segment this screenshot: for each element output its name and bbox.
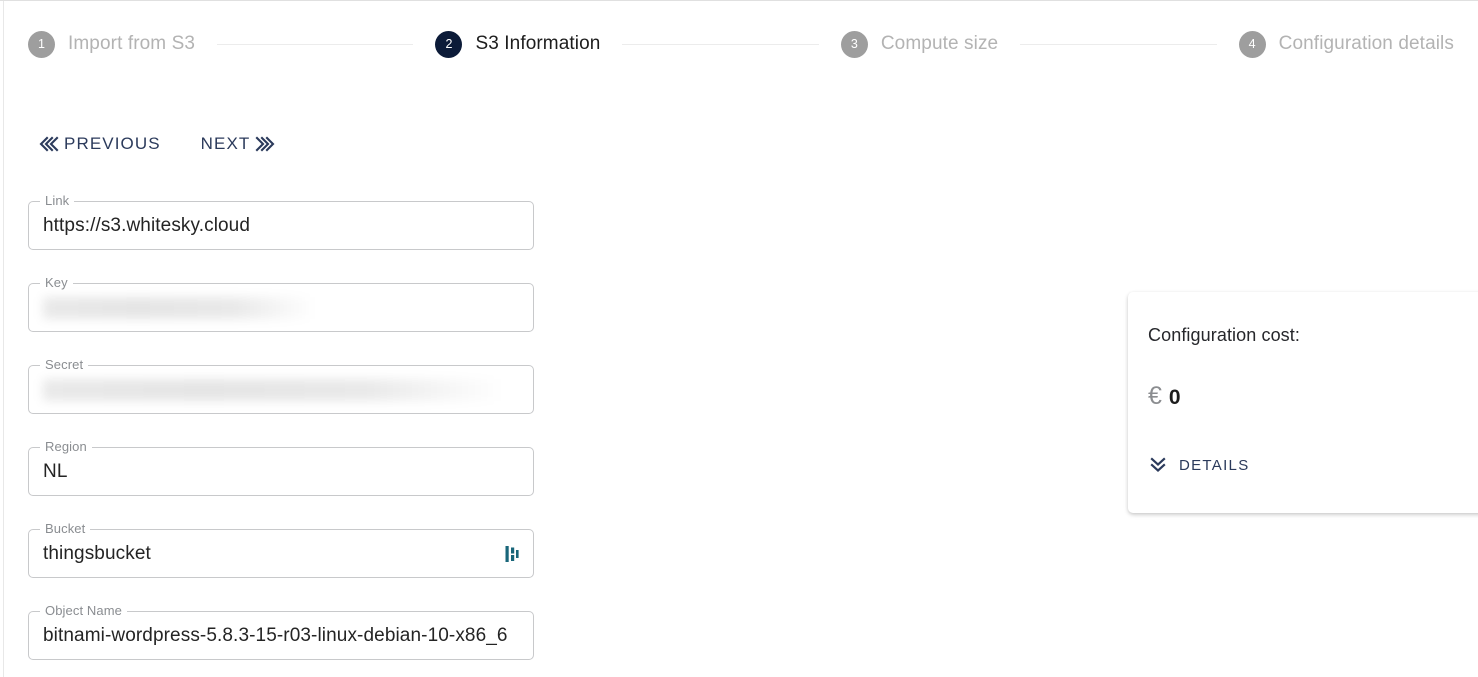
step-label: Configuration details — [1278, 33, 1454, 54]
triple-chevron-right-icon — [255, 136, 276, 152]
previous-button-label: PREVIOUS — [64, 134, 161, 153]
object-name-field-label: Object Name — [40, 604, 127, 617]
wizard-stepper: 1 Import from S3 2 S3 Information 3 Comp… — [0, 1, 1478, 87]
object-name-field-value: bitnami-wordpress-5.8.3-15-r03-linux-deb… — [43, 624, 508, 646]
stepper-step-configuration-details[interactable]: 4 Configuration details — [1238, 30, 1454, 58]
details-button-label: DETAILS — [1179, 456, 1250, 474]
step-label: Import from S3 — [68, 33, 196, 54]
euro-currency-symbol: € — [1148, 382, 1162, 410]
link-field-label: Link — [40, 194, 75, 207]
region-field-value: NL — [43, 460, 68, 482]
details-button[interactable]: DETAILS — [1148, 453, 1252, 477]
configuration-cost-title: Configuration cost: — [1148, 325, 1300, 345]
double-chevron-down-icon — [1150, 457, 1166, 473]
configuration-cost-value: 0 — [1168, 386, 1181, 409]
configuration-cost-amount: € 0 — [1148, 384, 1478, 409]
stepper-step-s3-information[interactable]: 2 S3 Information — [435, 30, 601, 58]
link-field-value: https://s3.whitesky.cloud — [43, 214, 251, 236]
stepper-connector-3 — [1020, 43, 1217, 45]
next-button[interactable]: NEXT — [191, 127, 287, 160]
object-name-field[interactable]: Object Name bitnami-wordpress-5.8.3-15-r… — [28, 604, 534, 660]
step-number-badge: 1 — [28, 30, 55, 58]
key-field-value-redacted — [43, 296, 315, 319]
bucket-field-value: thingsbucket — [43, 542, 151, 564]
key-field-label: Key — [40, 276, 73, 289]
step-number-badge: 4 — [1238, 30, 1266, 58]
step-label: S3 Information — [475, 33, 601, 54]
link-field[interactable]: Link https://s3.whitesky.cloud — [28, 194, 534, 250]
wizard-navigation: PREVIOUS NEXT — [28, 127, 286, 160]
s3-import-wizard-page: 1 Import from S3 2 S3 Information 3 Comp… — [0, 0, 1478, 677]
s3-information-form: Link https://s3.whitesky.cloud Key Secre… — [28, 194, 534, 677]
key-field[interactable]: Key — [28, 276, 534, 332]
stepper-step-compute-size[interactable]: 3 Compute size — [840, 30, 999, 58]
loading-bars-icon — [505, 544, 519, 564]
region-field-label: Region — [40, 440, 92, 453]
step-number-badge: 2 — [435, 30, 463, 58]
bucket-field[interactable]: Bucket thingsbucket — [28, 522, 534, 578]
previous-button[interactable]: PREVIOUS — [28, 127, 171, 160]
secret-field-value-redacted — [43, 378, 503, 401]
stepper-connector-1 — [217, 43, 414, 45]
configuration-cost-card: Configuration cost: € 0 DETAILS — [1128, 292, 1478, 513]
region-field[interactable]: Region NL — [28, 440, 534, 496]
stepper-connector-2 — [622, 43, 819, 45]
step-label: Compute size — [880, 33, 999, 54]
next-button-label: NEXT — [200, 134, 251, 153]
secret-field-label: Secret — [40, 358, 89, 371]
triple-chevron-left-icon — [38, 136, 59, 152]
step-number-badge: 3 — [840, 30, 868, 58]
secret-field[interactable]: Secret — [28, 358, 534, 414]
stepper-step-import-from-s3[interactable]: 1 Import from S3 — [28, 30, 196, 58]
bucket-field-label: Bucket — [40, 522, 91, 535]
